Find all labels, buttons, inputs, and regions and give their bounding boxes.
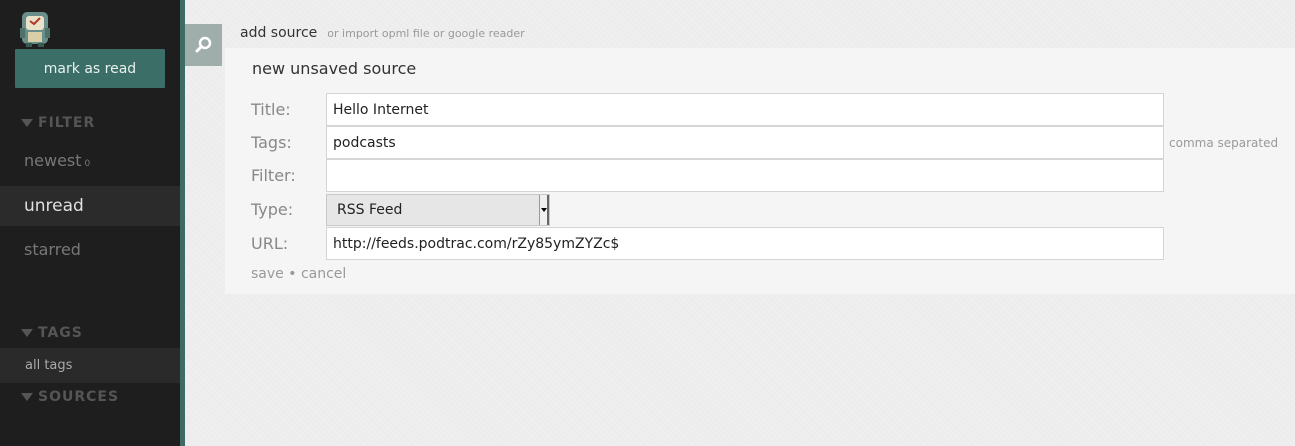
sources-heading: SOURCES: [38, 389, 120, 405]
selfoss-logo-icon: [20, 12, 50, 47]
triangle-down-icon: [21, 329, 33, 337]
add-source-link[interactable]: add source: [240, 25, 317, 41]
title-input[interactable]: [326, 93, 1164, 126]
search-icon: [195, 36, 211, 53]
filter-label: Filter:: [251, 166, 296, 185]
filter-section-toggle[interactable]: FILTER: [21, 115, 95, 131]
cancel-button[interactable]: cancel: [301, 266, 346, 282]
tags-section-toggle[interactable]: TAGS: [21, 325, 83, 341]
tags-hint: comma separated: [1169, 136, 1279, 150]
tags-label: Tags:: [251, 133, 292, 152]
sidebar: mark as read FILTER newest 0 unread starr…: [0, 0, 180, 446]
dropdown-arrow-icon[interactable]: [539, 195, 549, 225]
title-label: Title:: [251, 100, 291, 119]
filter-heading: FILTER: [38, 115, 96, 131]
type-select-value: RSS Feed: [337, 202, 403, 218]
filter-unread[interactable]: unread: [0, 186, 180, 226]
sources-section-toggle[interactable]: SOURCES: [21, 389, 119, 405]
source-header: add source or import opml file or google…: [225, 18, 1295, 48]
save-button[interactable]: save: [251, 266, 284, 282]
filter-newest[interactable]: newest 0: [0, 151, 180, 170]
filter-input[interactable]: [326, 159, 1164, 192]
filter-starred[interactable]: starred: [0, 240, 180, 259]
tags-input[interactable]: [326, 126, 1164, 159]
type-select[interactable]: RSS Feed: [326, 194, 550, 226]
filter-unread-label: unread: [24, 196, 84, 216]
form-actions: save • cancel: [251, 266, 346, 282]
tag-all-tags[interactable]: all tags: [0, 348, 180, 383]
mark-as-read-button[interactable]: mark as read: [15, 49, 165, 88]
triangle-down-icon: [21, 119, 33, 127]
filter-starred-label: starred: [24, 240, 81, 259]
type-label: Type:: [251, 200, 294, 219]
filter-newest-label: newest: [24, 151, 82, 170]
tags-heading: TAGS: [38, 325, 83, 341]
triangle-down-icon: [21, 393, 33, 401]
sidebar-border: [180, 0, 185, 446]
source-edit-form: new unsaved source Title: Tags: comma se…: [225, 48, 1295, 294]
import-opml-link[interactable]: or import opml file or google reader: [327, 27, 524, 40]
newest-count-badge: 0: [84, 159, 91, 169]
url-input[interactable]: [326, 227, 1164, 260]
url-label: URL:: [251, 234, 289, 253]
separator: •: [288, 266, 297, 282]
tag-all-tags-label: all tags: [25, 358, 73, 373]
search-button[interactable]: [185, 24, 222, 66]
form-title: new unsaved source: [252, 59, 417, 78]
